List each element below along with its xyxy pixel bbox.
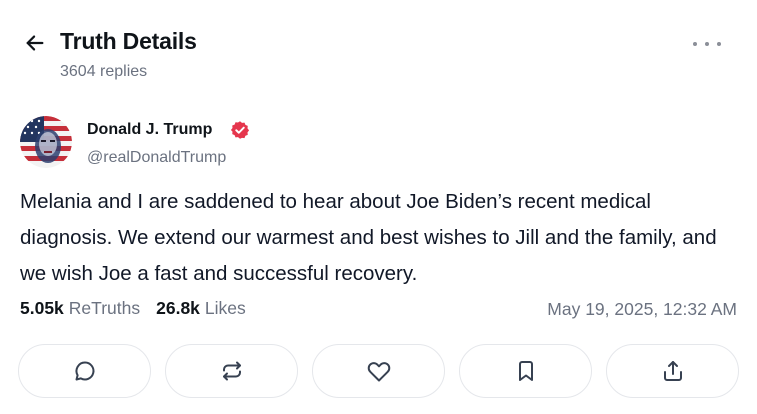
- post-stats: 5.05k ReTruths 26.8k Likes: [20, 298, 262, 319]
- comment-icon: [74, 361, 94, 381]
- bookmark-icon: [518, 361, 533, 381]
- share-button[interactable]: [606, 344, 739, 398]
- share-icon: [663, 361, 682, 381]
- bookmark-button[interactable]: [459, 344, 592, 398]
- author-handle[interactable]: @realDonaldTrump: [87, 149, 226, 167]
- reply-button[interactable]: [18, 344, 151, 398]
- like-button[interactable]: [312, 344, 445, 398]
- likes-stat[interactable]: 26.8k Likes: [156, 298, 246, 319]
- page-title: Truth Details: [60, 28, 197, 54]
- likes-count: 26.8k: [156, 298, 200, 318]
- retruth-button[interactable]: [165, 344, 298, 398]
- more-dot: [717, 42, 721, 46]
- post-text: Melania and I are saddened to hear about…: [20, 190, 717, 285]
- avatar[interactable]: [20, 116, 72, 168]
- retruths-stat[interactable]: 5.05k ReTruths: [20, 298, 140, 319]
- retruths-count: 5.05k: [20, 298, 64, 318]
- avatar-image: [20, 116, 72, 168]
- retruths-label: ReTruths: [68, 298, 141, 318]
- author-name[interactable]: Donald J. Trump: [87, 121, 212, 139]
- likes-label: Likes: [204, 298, 246, 318]
- repost-icon: [222, 361, 241, 381]
- replies-count: 3604 replies: [60, 63, 148, 80]
- more-dot: [705, 42, 709, 46]
- back-button[interactable]: [22, 30, 48, 56]
- more-horizontal-icon: [693, 42, 697, 46]
- action-bar: [18, 344, 739, 400]
- post-timestamp: May 19, 2025, 12:32 AM: [547, 299, 737, 319]
- verified-badge-icon: [230, 121, 250, 139]
- heart-icon: [367, 362, 390, 382]
- arrow-left-icon: [26, 35, 44, 51]
- more-options-button[interactable]: [693, 36, 721, 52]
